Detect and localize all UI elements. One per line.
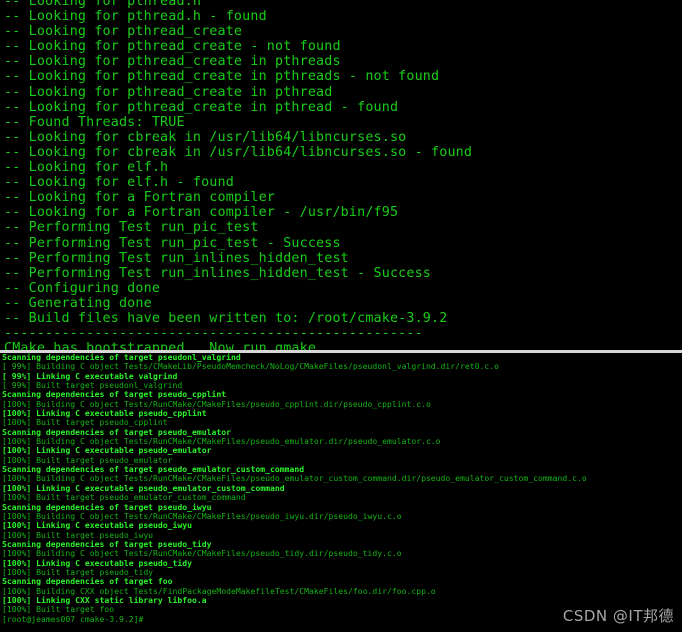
terminal-screenshot: -- Looking for pthread.h -- Looking for p… [0, 0, 682, 632]
terminal-line: -- Performing Test run_inlines_hidden_te… [4, 265, 432, 281]
terminal-line: -- Looking for pthread.h [4, 0, 202, 9]
terminal-line: -- Looking for pthread_create in pthread… [4, 99, 399, 115]
top-terminal-output: -- Looking for pthread.h -- Looking for p… [4, 0, 472, 350]
bottom-terminal-panel[interactable]: Scanning dependencies of target pseudonl… [0, 353, 682, 632]
terminal-line: -- Build files have been written to: /ro… [4, 310, 448, 326]
terminal-line: -- Looking for a Fortran compiler - /usr… [4, 205, 399, 221]
bottom-terminal-output: Scanning dependencies of target pseudonl… [2, 353, 587, 624]
terminal-line: -- Performing Test run_inlines_hidden_te… [4, 250, 349, 266]
terminal-line: -- Looking for pthread_create - not foun… [4, 39, 341, 55]
terminal-line: -- Looking for a Fortran compiler [4, 190, 275, 206]
terminal-line: -- Looking for pthread_create in pthread [4, 84, 333, 100]
terminal-line: -- Looking for cbreak in /usr/lib64/libn… [4, 144, 473, 160]
shell-prompt: [root@jeames007 cmake-3.9.2]# [2, 613, 144, 624]
terminal-line: -- Generating done [4, 295, 152, 311]
terminal-line: -- Performing Test run_pic_test [4, 220, 259, 236]
terminal-line: -- Performing Test run_pic_test - Succes… [4, 235, 341, 251]
terminal-line: -- Looking for elf.h [4, 160, 169, 176]
terminal-line: -- Configuring done [4, 280, 161, 296]
terminal-line: -- Looking for pthread_create in pthread… [4, 69, 440, 85]
terminal-line: -- Looking for elf.h - found [4, 175, 234, 191]
terminal-line: -- Looking for pthread.h - found [4, 9, 267, 25]
top-terminal-panel[interactable]: -- Looking for pthread.h -- Looking for p… [0, 0, 682, 350]
terminal-line: -- Looking for pthread_create in pthread… [4, 54, 341, 70]
terminal-line: -- Looking for cbreak in /usr/lib64/libn… [4, 129, 407, 145]
terminal-line: -- Looking for pthread_create [4, 24, 243, 40]
terminal-line: -- Found Threads: TRUE [4, 114, 185, 130]
terminal-line: ----------------------------------------… [4, 326, 423, 342]
terminal-line: CMake has bootstrapped. Now run gmake. [4, 341, 325, 350]
